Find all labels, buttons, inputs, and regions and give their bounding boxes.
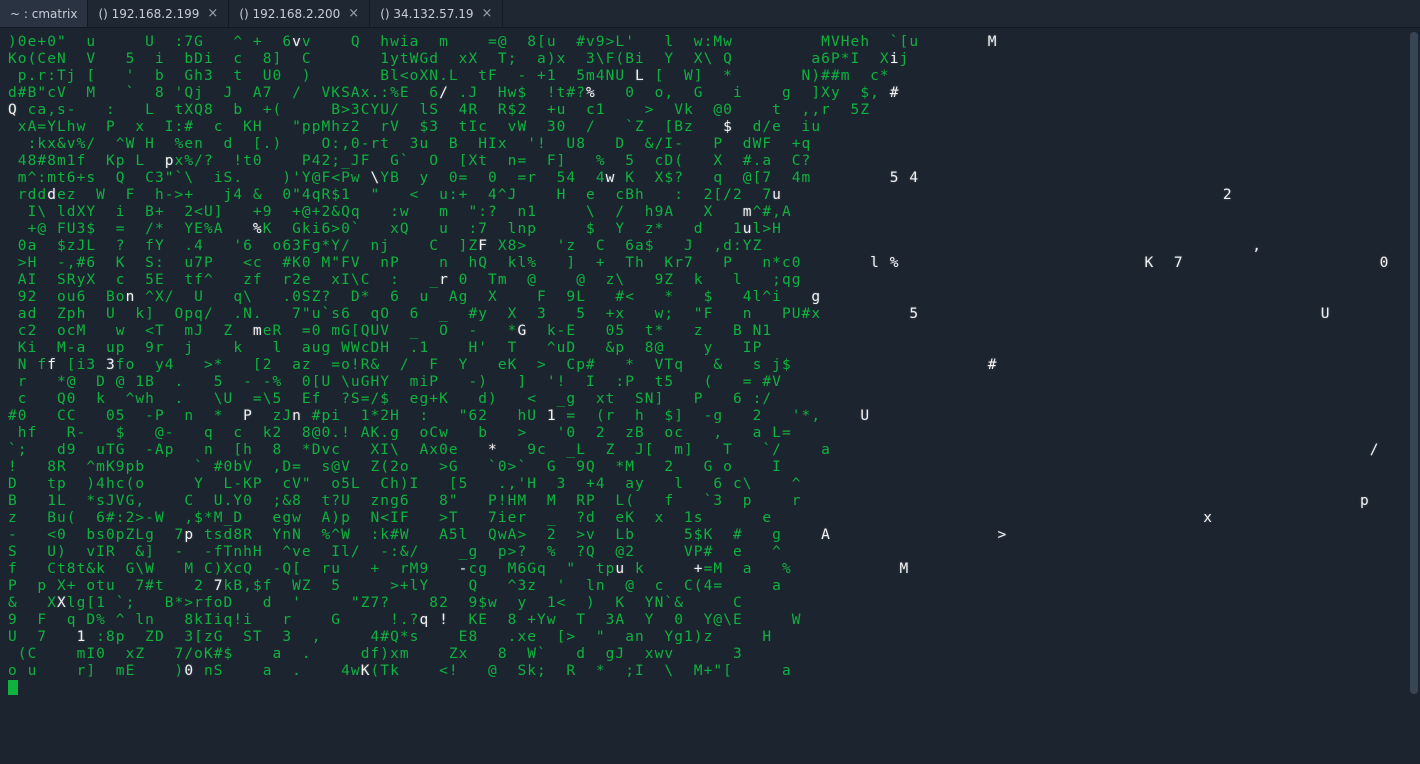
- terminal-viewport[interactable]: )0e+0" u U :7G ^ + 6vv Q hwia m =@ 8[u #…: [0, 28, 1420, 764]
- terminal-row: D tp )4hc(o Y L-KP cV" o5L Ch)I [5 .,'H …: [8, 476, 1412, 493]
- terminal-row: Ko(CeN V 5 i bDi c 8] C 1ytWGd xX T; a)x…: [8, 51, 1412, 68]
- terminal-row: z Bu( 6#:2>-W ,$*M_D egw A)p N<IF >T 7ie…: [8, 510, 1412, 527]
- terminal-row: c2 ocM w <T mJ Z meR =0 mG[QUV _ O - *G …: [8, 323, 1412, 340]
- terminal-row: B 1L *sJVG, C U.Y0 ;&8 t?U zng6 8" P!HM …: [8, 493, 1412, 510]
- tab-label: () 34.132.57.19: [380, 7, 473, 21]
- terminal-window: ~ : cmatrix() 192.168.2.199×() 192.168.2…: [0, 0, 1420, 764]
- terminal-row: >H -,#6 K S: u7P <c #K0 M"FV nP n hQ kl%…: [8, 255, 1412, 272]
- terminal-row: #0 CC 05 -P n * P zJn #pi 1*2H : "62 hU …: [8, 408, 1412, 425]
- terminal-row: 48#8m1f Kp L px%/? !t0 P42;_JF G` O [Xt …: [8, 153, 1412, 170]
- terminal-row: m^:mt6+s Q C3"`\ iS. )'Y@F<Pw \YB y 0= 0…: [8, 170, 1412, 187]
- terminal-row: AI SRyX c 5E tf^ zf r2e xI\C : _r 0 Tm @…: [8, 272, 1412, 289]
- terminal-row: xA=YLhw P x I:# c KH "ppMhz2 rV $3 tIc v…: [8, 119, 1412, 136]
- terminal-row: - <0 bs0pZLg 7p tsd8R YnN %^W :k#W A5l Q…: [8, 527, 1412, 544]
- terminal-row: [8, 680, 1412, 697]
- close-icon[interactable]: ×: [348, 6, 359, 21]
- close-icon[interactable]: ×: [482, 6, 493, 21]
- terminal-row: 0a $zJL ? fY .4 '6 o63Fg*Y/ nj C ]ZF X8>…: [8, 238, 1412, 255]
- tab-label: ~ : cmatrix: [10, 7, 77, 21]
- terminal-row: hf R- $ @- q c k2 8@0.! AK.g oCw b > '0 …: [8, 425, 1412, 442]
- terminal-row: Ki M-a up 9r j k l aug WWcDH .1 H' T ^uD…: [8, 340, 1412, 357]
- terminal-row: Q ca,s- : L tXQ8 b +( B>3CYU/ lS 4R R$2 …: [8, 102, 1412, 119]
- terminal-row: c Q0 k ^wh . \U =\5 Ef ?S=/$ eg+K d) < _…: [8, 391, 1412, 408]
- terminal-row: ! 8R ^mK9pb ` #0bV ,D= s@V Z(2o >G `0>` …: [8, 459, 1412, 476]
- terminal-row: I\ ldXY i B+ 2<U] +9 +@+2&Qq :w m ":? n1…: [8, 204, 1412, 221]
- terminal-row: :kx&v%/ ^W H %en d [.) O:,0-rt 3u B HIx …: [8, 136, 1412, 153]
- terminal-row: r *@ D @ 1B . 5 - -% 0[U \uGHY miP -) ] …: [8, 374, 1412, 391]
- terminal-row: )0e+0" u U :7G ^ + 6vv Q hwia m =@ 8[u #…: [8, 34, 1412, 51]
- terminal-cursor: [8, 680, 18, 695]
- tab-0[interactable]: ~ : cmatrix: [0, 0, 88, 27]
- terminal-row: & XXlg[1 `; B*>rfoD d ' "Z7? 82 9$w y 1<…: [8, 595, 1412, 612]
- terminal-row: f Ct8t&k G\W M C)XcQ -Q[ ru + rM9 -cg M6…: [8, 561, 1412, 578]
- terminal-row: ad Zph U k] Opq/ .N. 7"u`s6 qO 6 _ #y X …: [8, 306, 1412, 323]
- tab-label: () 192.168.2.200: [239, 7, 340, 21]
- terminal-row: rdddez W F h->+ j4 & 0"4qR$1 " < u:+ 4^J…: [8, 187, 1412, 204]
- terminal-scrollbar[interactable]: [1408, 28, 1420, 764]
- terminal-row: P p X+ otu 7#t 2 7kB,$f WZ 5 >+lY Q ^3z …: [8, 578, 1412, 595]
- terminal-row: 92 ou6 Bon ^X/ U q\ .0SZ? D* 6 u Ag X F …: [8, 289, 1412, 306]
- terminal-row: N ff [i3 3fo y4 >* [2 az =o!R& / F Y eK …: [8, 357, 1412, 374]
- terminal-row: U 7 1 :8p ZD 3[zG ST 3 , 4#Q*s E8 .xe [>…: [8, 629, 1412, 646]
- terminal-row: +@ FU3$ = /* YE%A %K Gki6>0` xQ u :7 lnp…: [8, 221, 1412, 238]
- tab-label: () 192.168.2.199: [98, 7, 199, 21]
- terminal-row: o u r] mE )0 nS a . 4wK(Tk <! @ Sk; R * …: [8, 663, 1412, 680]
- terminal-row: `; d9 uTG -Ap n [h 8 *Dvc XI\ Ax0e * 9c …: [8, 442, 1412, 459]
- terminal-row: p.r:Tj [ ' b Gh3 t U0 ) Bl<oXN.L tF - +1…: [8, 68, 1412, 85]
- tab-bar: ~ : cmatrix() 192.168.2.199×() 192.168.2…: [0, 0, 1420, 28]
- terminal-row: 9 F q D% ^ ln 8kIiq!i r G !.?q ! KE 8 +Y…: [8, 612, 1412, 629]
- tab-1[interactable]: () 192.168.2.199 ×: [88, 0, 229, 27]
- terminal-row: (C mI0 xZ 7/oK#$ a . df)xm Zx 8 W` d gJ …: [8, 646, 1412, 663]
- scrollbar-thumb[interactable]: [1410, 32, 1418, 694]
- tab-2[interactable]: () 192.168.2.200 ×: [229, 0, 370, 27]
- close-icon[interactable]: ×: [207, 6, 218, 21]
- terminal-row: d#B"cV M ` 8 'Qj J A7 / VKSAx.:%E 6/ .J …: [8, 85, 1412, 102]
- terminal-row: S U) vIR &] - -fTnhH ^ve Il/ -:&/ _g p>?…: [8, 544, 1412, 561]
- tab-3[interactable]: () 34.132.57.19 ×: [370, 0, 503, 27]
